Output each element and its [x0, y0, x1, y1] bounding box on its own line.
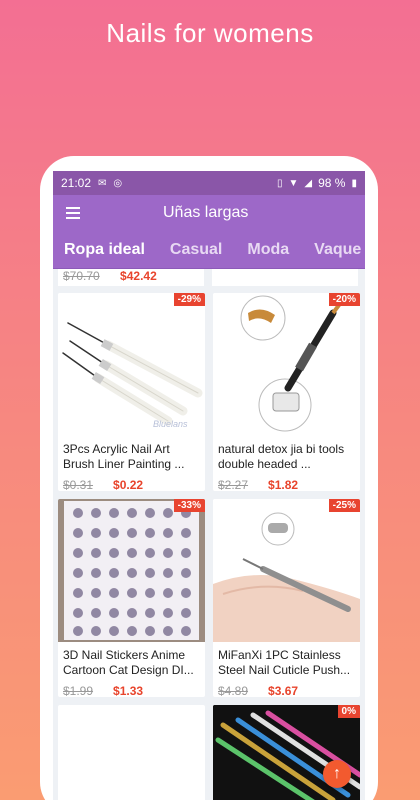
- product-card[interactable]: Bluelans -29% 3Pcs Acrylic Nail Art Brus…: [58, 293, 205, 491]
- app-bar: Uñas largas: [53, 195, 365, 231]
- old-price: $70.70: [63, 269, 100, 283]
- status-bar: 21:02 ✉ ◎ ▯ ▼ ◢ 98 % ▮: [53, 171, 365, 195]
- discount-badge: -29%: [173, 293, 205, 306]
- signal-icon: ◢: [304, 177, 313, 189]
- tab-ropa-ideal[interactable]: Ropa ideal: [64, 241, 145, 259]
- old-price: $1.99: [63, 684, 94, 697]
- discount-badge: -25%: [328, 499, 360, 512]
- watermark-text: Bluelans: [153, 419, 188, 429]
- discount-badge: -33%: [173, 499, 205, 512]
- old-price: $4.89: [218, 684, 249, 697]
- product-name: natural detox jia bi tools double headed…: [218, 442, 345, 471]
- new-price: $3.67: [268, 684, 299, 697]
- tab-casual[interactable]: Casual: [170, 241, 222, 259]
- message-icon: ✉: [98, 177, 107, 189]
- wifi-icon: ▼: [288, 177, 299, 189]
- previous-card-bottom[interactable]: [212, 269, 358, 286]
- new-price: $0.22: [113, 478, 144, 491]
- status-time: 21:02: [61, 176, 92, 190]
- arrow-up-icon[interactable]: ↑: [323, 760, 351, 788]
- category-tabs: Ropa ideal Casual Moda Vaque: [53, 231, 365, 269]
- product-image-dotting-pen: -20%: [213, 293, 360, 436]
- new-price: $42.42: [120, 269, 157, 283]
- previous-card-prices[interactable]: $70.70 $42.42: [58, 269, 204, 286]
- battery-level: 98 %: [318, 176, 346, 190]
- product-card[interactable]: -25% MiFanXi 1PC Stainless Steel Nail Cu…: [213, 499, 360, 697]
- product-image-sticker-sheet: -33%: [58, 499, 205, 642]
- app-screen: 21:02 ✉ ◎ ▯ ▼ ◢ 98 % ▮ Uñas largas Ropa …: [53, 171, 365, 800]
- tab-moda[interactable]: Moda: [247, 241, 289, 259]
- app-title: Uñas largas: [163, 204, 249, 221]
- menu-icon[interactable]: [53, 207, 93, 219]
- product-name: 3Pcs Acrylic Nail Art Brush Liner Painti…: [63, 442, 185, 471]
- product-name: MiFanXi 1PC Stainless Steel Nail Cuticle…: [218, 648, 351, 677]
- product-name: 3D Nail Stickers Anime Cartoon Cat Desig…: [63, 648, 194, 677]
- discount-badge: 0%: [337, 705, 360, 718]
- sync-icon: ◎: [113, 177, 123, 189]
- battery-icon: ▮: [351, 177, 357, 189]
- discount-badge: -20%: [328, 293, 360, 306]
- phone-icon: ▯: [277, 177, 283, 189]
- product-image-brushes: Bluelans -29%: [58, 293, 205, 436]
- old-price: $0.31: [63, 478, 94, 491]
- product-card[interactable]: -20% natural detox jia bi tools double h…: [213, 293, 360, 491]
- new-price: $1.82: [268, 478, 299, 491]
- new-price: $1.33: [113, 684, 144, 697]
- product-image-cuticle-pusher: -25%: [213, 499, 360, 642]
- product-card[interactable]: -33% 3D Nail Stickers Anime Cartoon Cat …: [58, 499, 205, 697]
- product-grid: $70.70 $42.42 Bluelans -29% 3Pcs Acrylic…: [53, 269, 365, 800]
- promo-title: Nails for womens: [106, 18, 314, 48]
- old-price: $2.27: [218, 478, 249, 491]
- product-card[interactable]: [58, 705, 205, 800]
- tab-vaque[interactable]: Vaque: [314, 241, 361, 259]
